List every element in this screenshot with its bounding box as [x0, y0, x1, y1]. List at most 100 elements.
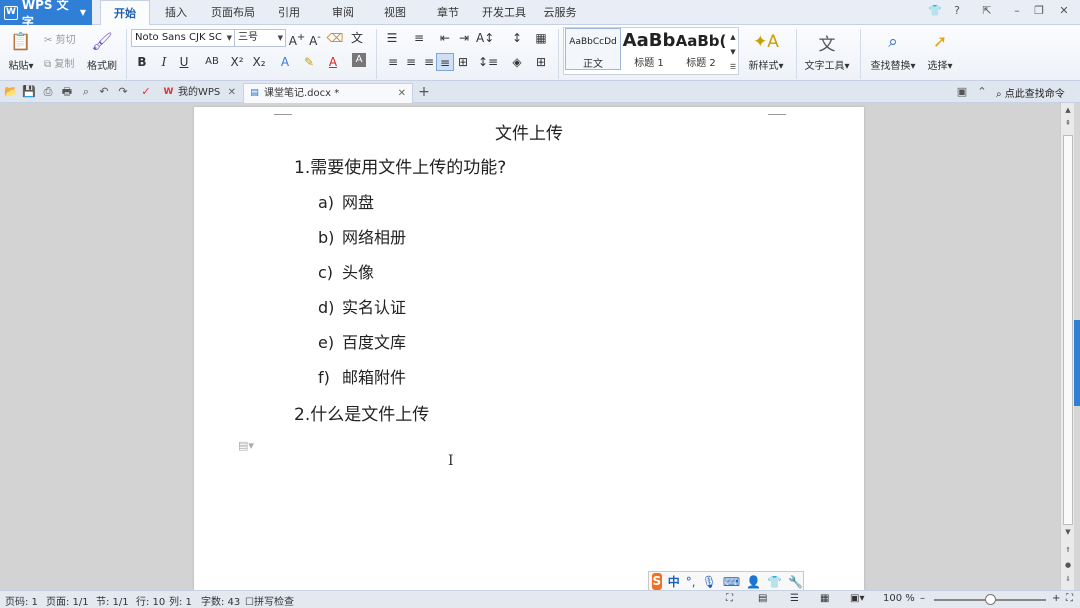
borders-icon[interactable]: ⊞: [532, 53, 550, 71]
browse-object-icon[interactable]: ●: [1063, 561, 1073, 571]
copy-button[interactable]: ⧉ 复制: [44, 55, 74, 70]
restore-ribbon-icon[interactable]: ⇱: [978, 4, 996, 20]
underline-icon[interactable]: U: [175, 53, 193, 71]
ime-mode[interactable]: 中: [668, 573, 680, 590]
tab-document[interactable]: ▤ 课堂笔记.docx * ✕: [243, 83, 413, 103]
style-heading-2[interactable]: AaBb( 标题 2: [673, 28, 729, 70]
redo-icon[interactable]: ↷: [115, 84, 131, 100]
export-pdf-icon[interactable]: ⎙: [40, 84, 56, 100]
tab-cloud-service[interactable]: 云服务: [538, 0, 582, 25]
app-menu-button[interactable]: W WPS 文字 ▼: [0, 0, 92, 29]
close-icon[interactable]: ✕: [228, 83, 236, 102]
shading-icon[interactable]: ◈: [508, 53, 526, 71]
tab-insert[interactable]: 插入: [154, 0, 198, 25]
fit-page-icon[interactable]: ⛶: [1066, 593, 1073, 604]
reading-mode-icon[interactable]: ▣▾: [850, 593, 864, 604]
increase-indent-icon[interactable]: ⇥: [455, 29, 473, 47]
sort-icon[interactable]: ↕: [508, 29, 526, 47]
undo-icon[interactable]: ↶: [96, 84, 112, 100]
web-view-icon[interactable]: ▦: [820, 593, 829, 604]
text-tools-button[interactable]: 文 文字工具▾: [800, 29, 854, 73]
subscript-icon[interactable]: X₂: [250, 53, 268, 71]
select-button[interactable]: ➚ 选择▾: [922, 29, 958, 72]
tab-references[interactable]: 引用: [268, 0, 310, 25]
zoom-level[interactable]: 100 %: [883, 593, 915, 604]
zoom-out-icon[interactable]: –: [920, 593, 925, 604]
close-icon[interactable]: ✕: [1055, 4, 1073, 20]
scrollbar-thumb[interactable]: [1063, 135, 1073, 525]
wrench-icon[interactable]: 🔧: [788, 575, 803, 589]
line-spacing-icon[interactable]: ↕≡: [478, 53, 498, 71]
tab-developer[interactable]: 开发工具: [478, 0, 530, 25]
distribute-icon[interactable]: ⊞: [454, 53, 472, 71]
close-icon[interactable]: ✕: [398, 84, 406, 103]
skin-icon[interactable]: 👕: [926, 4, 944, 20]
keyboard-icon[interactable]: ⌨: [723, 575, 740, 589]
spell-check-toggle[interactable]: ☐拼写检查: [245, 593, 294, 608]
justify-icon[interactable]: ≡: [436, 53, 454, 71]
decrease-indent-icon[interactable]: ⇤: [436, 29, 454, 47]
microphone-icon[interactable]: 🎙: [702, 575, 717, 589]
gallery-more-icon[interactable]: ☰: [728, 58, 738, 76]
zoom-in-icon[interactable]: +: [1052, 593, 1060, 604]
paste-button[interactable]: 📋 粘贴▾: [4, 29, 38, 72]
style-normal[interactable]: AaBbCcDd 正文: [565, 28, 621, 70]
bullets-icon[interactable]: ☰: [383, 29, 401, 47]
prev-page-icon[interactable]: ⇑: [1063, 546, 1073, 556]
italic-icon[interactable]: I: [155, 53, 173, 71]
zoom-slider-knob[interactable]: [984, 594, 996, 605]
paragraph-options-icon[interactable]: ▤▾: [238, 439, 254, 452]
style-heading-1[interactable]: AaBb 标题 1: [621, 28, 677, 70]
user-icon[interactable]: 👤: [746, 575, 761, 589]
tab-review[interactable]: 审阅: [322, 0, 364, 25]
print-icon[interactable]: 🖶: [59, 84, 75, 100]
chinese-layout-icon[interactable]: A↕: [476, 29, 494, 47]
shrink-font-icon[interactable]: A-: [306, 29, 324, 48]
tab-page-layout[interactable]: 页面布局: [206, 0, 260, 25]
numbering-icon[interactable]: ≡: [410, 29, 428, 47]
search-command[interactable]: ⌕ 点此查找命令: [996, 85, 1065, 100]
scroll-up-icon[interactable]: ▲: [1063, 106, 1073, 116]
find-replace-button[interactable]: ⌕ 查找替换▾: [866, 29, 920, 72]
bold-icon[interactable]: B: [133, 53, 151, 71]
minimize-icon[interactable]: –: [1008, 4, 1026, 20]
sidebar-toggle-icon[interactable]: ▣: [954, 84, 970, 100]
tab-view[interactable]: 视图: [374, 0, 416, 25]
tab-home[interactable]: 开始: [100, 0, 150, 25]
tab-chapter[interactable]: 章节: [427, 0, 469, 25]
show-marks-icon[interactable]: ▦: [532, 29, 550, 47]
text-effect-icon[interactable]: A: [276, 53, 294, 71]
grow-font-icon[interactable]: A+: [288, 29, 306, 48]
vertical-scrollbar[interactable]: ▲ ⇞ ▼ ⇑ ● ⇓: [1060, 103, 1074, 590]
print-preview-icon[interactable]: ⌕: [78, 84, 94, 100]
align-center-icon[interactable]: ≡: [402, 53, 420, 71]
outline-view-icon[interactable]: ☰: [790, 593, 799, 604]
cut-button[interactable]: ✂ 剪切: [44, 31, 76, 46]
font-name-select[interactable]: Noto Sans CJK SC ▼: [131, 29, 235, 47]
tab-my-wps[interactable]: W 我的WPS ✕: [158, 83, 242, 103]
scroll-down-icon[interactable]: ▼: [1063, 528, 1073, 538]
focus-mode-icon[interactable]: ⛶: [726, 593, 733, 604]
punctuation-icon[interactable]: °,: [686, 575, 696, 589]
strikethrough-icon[interactable]: AB: [200, 53, 224, 71]
save-icon[interactable]: 💾: [21, 84, 37, 100]
font-color-icon[interactable]: A: [324, 53, 342, 71]
char-shading-icon[interactable]: A: [352, 53, 366, 67]
scroll-top-icon[interactable]: ⇞: [1063, 119, 1073, 129]
collapse-icon[interactable]: ⌃: [974, 84, 990, 100]
phonetic-icon[interactable]: 文: [348, 29, 366, 47]
clear-format-icon[interactable]: ⌫: [326, 29, 344, 47]
shirt-icon[interactable]: 👕: [767, 575, 782, 589]
document-page[interactable]: 文件上传 1.需要使用文件上传的功能? a) 网盘 b) 网络相册 c) 头像 d) 实…: [194, 107, 864, 590]
align-left-icon[interactable]: ≡: [384, 53, 402, 71]
new-tab-icon[interactable]: +: [416, 84, 432, 100]
superscript-icon[interactable]: X²: [228, 53, 246, 71]
status-word-count[interactable]: 字数: 43: [201, 593, 240, 608]
highlight-icon[interactable]: ✎: [300, 53, 318, 71]
help-icon[interactable]: ?: [948, 4, 966, 20]
page-view-icon[interactable]: ▤: [758, 593, 767, 604]
side-panel-handle[interactable]: [1074, 320, 1080, 406]
customize-toolbar-icon[interactable]: ✓: [138, 84, 154, 100]
format-painter-button[interactable]: 🖌 格式刷: [84, 29, 120, 72]
next-page-icon[interactable]: ⇓: [1063, 575, 1073, 585]
